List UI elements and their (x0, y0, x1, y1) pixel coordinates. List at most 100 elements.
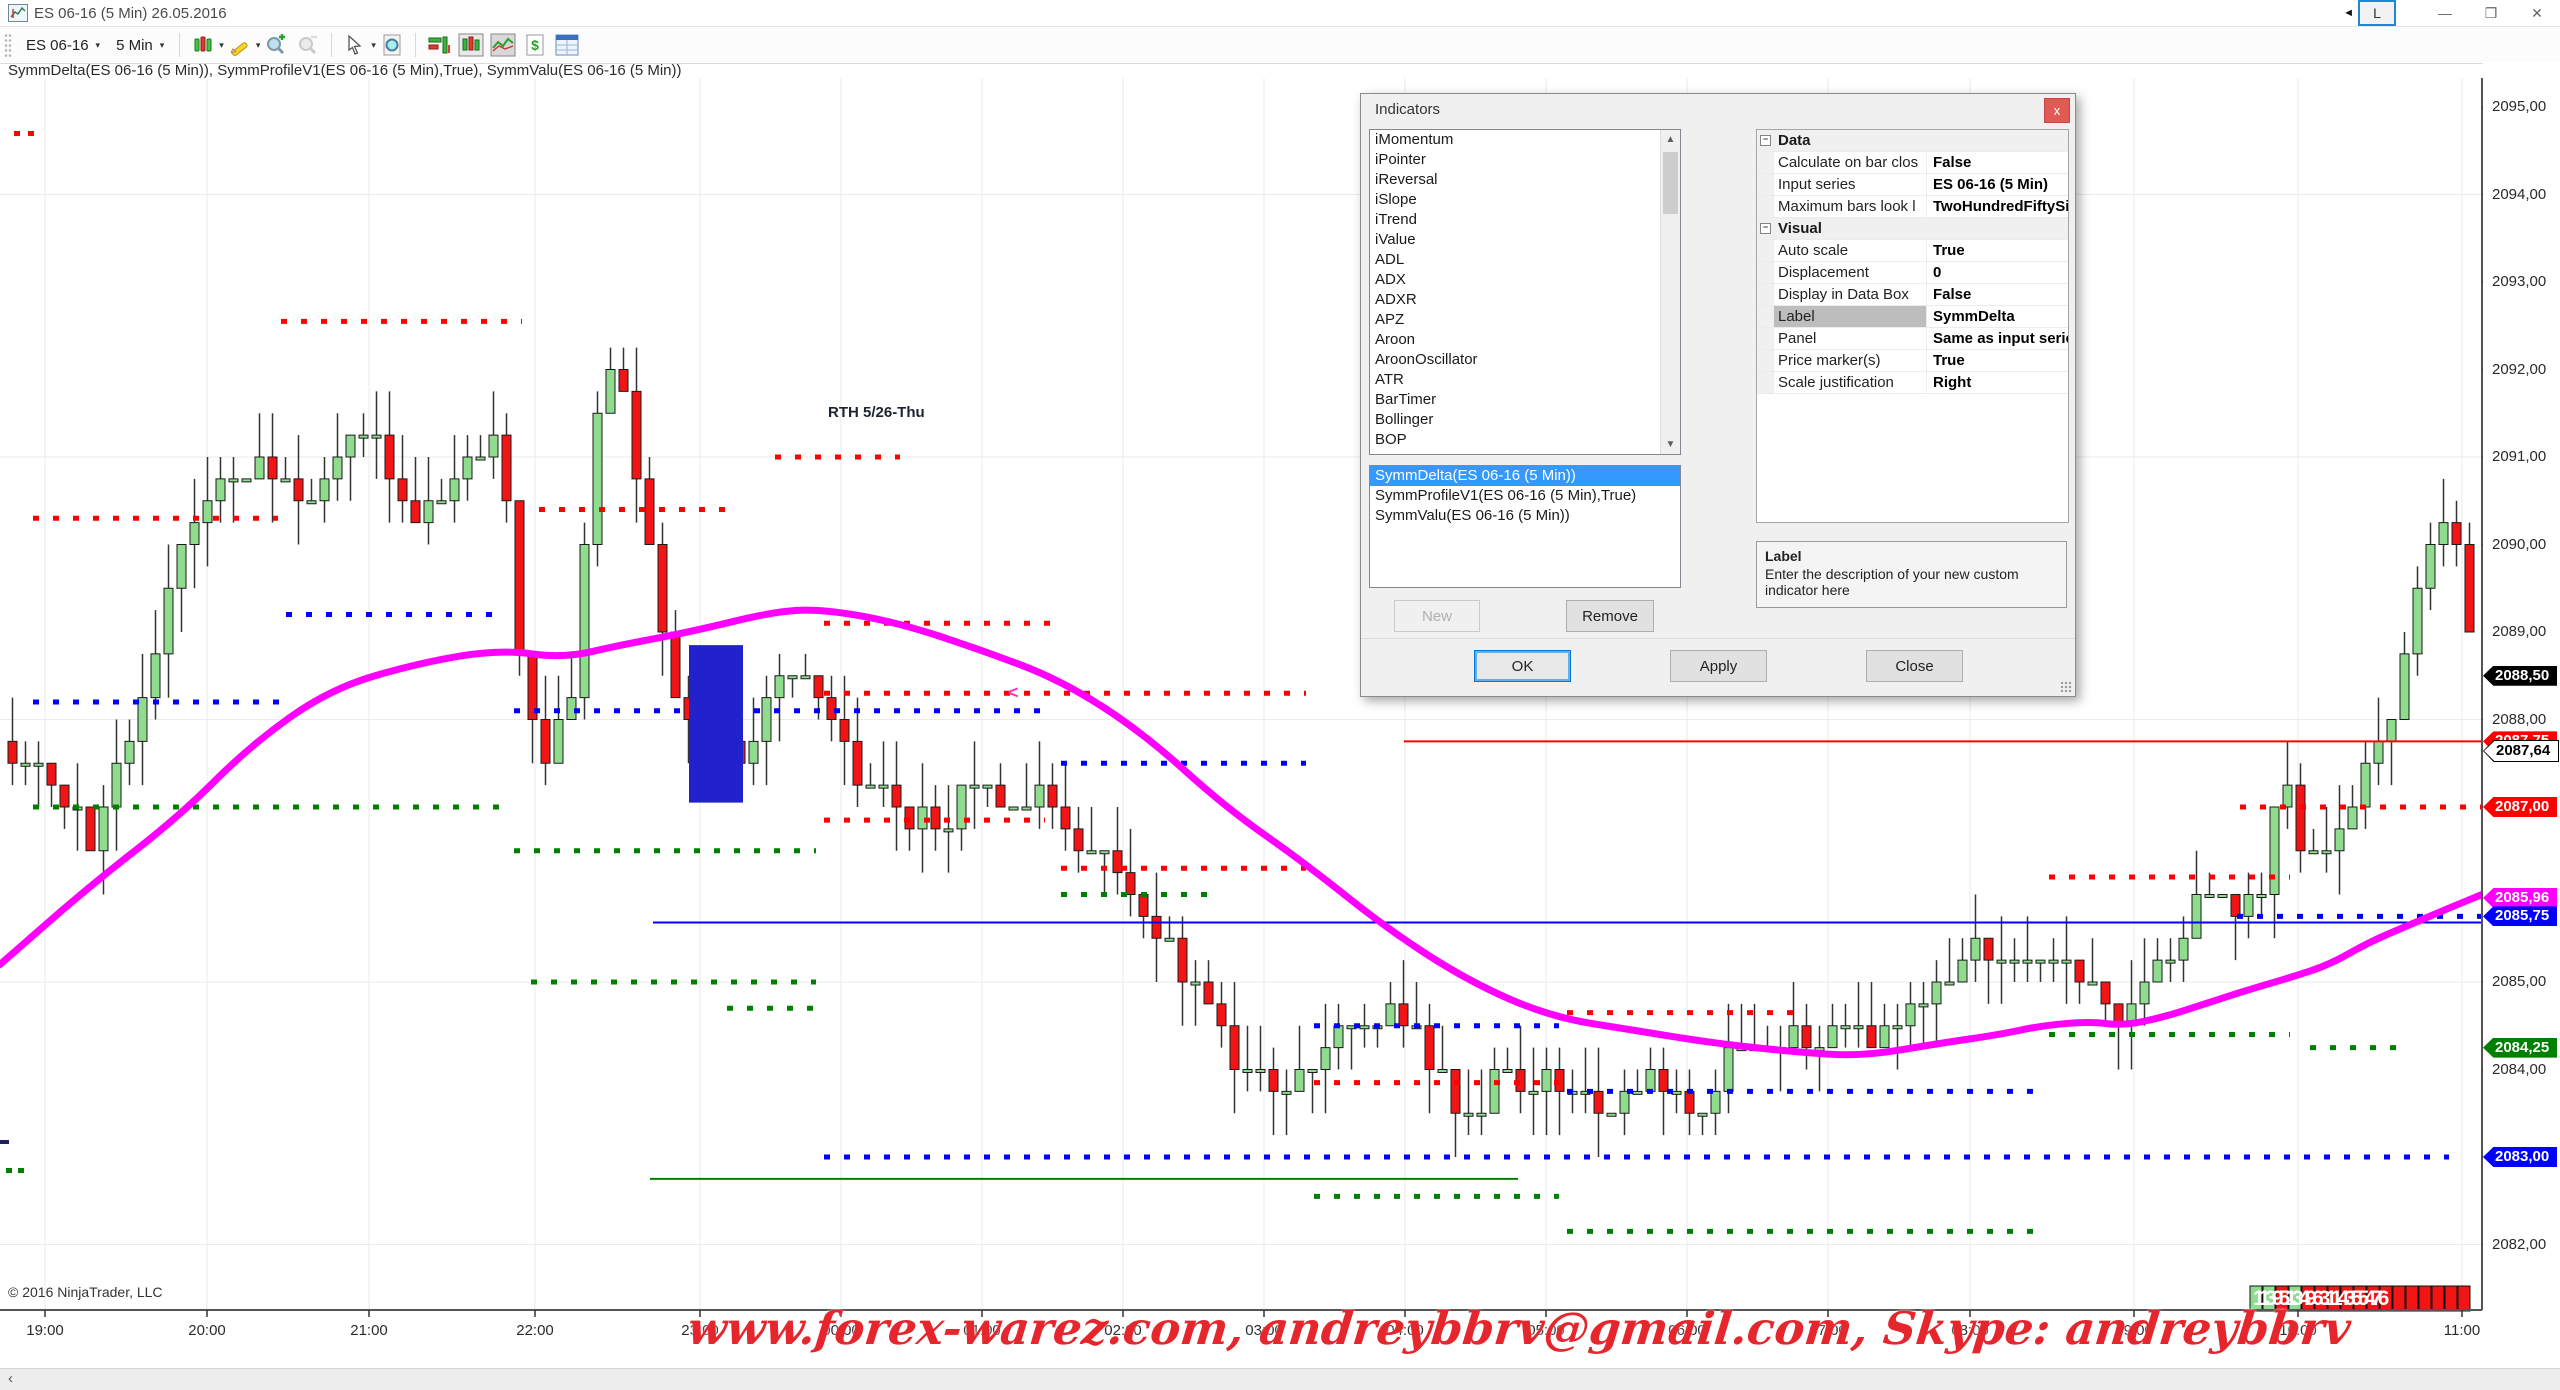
dialog-title-bar[interactable]: Indicators x (1361, 94, 2075, 126)
candles (8, 348, 2474, 1157)
property-row[interactable]: Display in Data BoxFalse (1757, 284, 2068, 306)
property-gutter (1757, 196, 1774, 217)
available-indicator-item[interactable]: Aroon (1370, 330, 1680, 350)
price-tick-label: 2094,00 (2492, 186, 2546, 203)
dialog-close-button[interactable]: x (2044, 98, 2070, 123)
dialog-footer-divider (1361, 638, 2075, 639)
available-indicator-item[interactable]: iPointer (1370, 150, 1680, 170)
property-row[interactable]: Input seriesES 06-16 (5 Min) (1757, 174, 2068, 196)
scroll-up-arrow[interactable]: ▲ (1661, 130, 1680, 149)
property-grid[interactable]: −DataCalculate on bar closFalseInput ser… (1756, 129, 2069, 523)
profile-levels (33, 321, 2482, 1231)
property-value[interactable]: Same as input series (1927, 328, 2068, 349)
available-indicator-item[interactable]: iSlope (1370, 190, 1680, 210)
scroll-down-arrow[interactable]: ▼ (1661, 435, 1680, 454)
list-scrollbar[interactable]: ▲ ▼ (1660, 130, 1680, 454)
time-tick-label: 20:00 (188, 1322, 226, 1339)
available-indicator-item[interactable]: APZ (1370, 310, 1680, 330)
property-gutter (1757, 152, 1774, 173)
property-row[interactable]: Scale justificationRight (1757, 372, 2068, 394)
blue-highlight-box (689, 645, 743, 803)
property-category-row[interactable]: −Visual (1757, 218, 2068, 240)
price-marker-badge: 2085,96 (2483, 888, 2557, 908)
time-tick-label: 19:00 (26, 1322, 64, 1339)
property-gutter (1757, 350, 1774, 371)
chart-plot[interactable]: <11395134963114355476 (0, 0, 2560, 1390)
price-tick-label: 2085,00 (2492, 973, 2546, 990)
property-value[interactable]: True (1927, 350, 2068, 371)
price-marker-badge: 2087,64 (2484, 741, 2558, 761)
price-tick-label: 2090,00 (2492, 536, 2546, 553)
property-value[interactable]: False (1927, 152, 2068, 173)
scroll-left-arrow[interactable]: ‹ (8, 1370, 13, 1387)
price-marker-badge: 2088,50 (2483, 666, 2557, 686)
property-value[interactable]: SymmDelta (1927, 306, 2068, 327)
price-marker-badge: 2084,25 (2483, 1038, 2557, 1058)
price-axis[interactable]: 2095,002094,002093,002092,002091,002090,… (2483, 62, 2560, 1368)
available-indicator-item[interactable]: Bollinger (1370, 410, 1680, 430)
property-gutter (1757, 262, 1774, 283)
ok-button[interactable]: OK (1474, 650, 1571, 682)
property-description-text: Enter the description of your new custom… (1765, 566, 2058, 598)
available-indicator-item[interactable]: iTrend (1370, 210, 1680, 230)
edge-mark (28, 131, 34, 136)
property-row[interactable]: Maximum bars look lTwoHundredFiftySix (1757, 196, 2068, 218)
time-tick-label: 22:00 (516, 1322, 554, 1339)
available-indicator-item[interactable]: ADL (1370, 250, 1680, 270)
edge-mark (6, 1168, 12, 1173)
scroll-thumb[interactable] (1663, 152, 1678, 214)
price-tick-label: 2089,00 (2492, 623, 2546, 640)
available-indicator-item[interactable]: BOP (1370, 430, 1680, 450)
selected-indicator-item[interactable]: SymmValu(ES 06-16 (5 Min)) (1370, 506, 1680, 526)
property-row[interactable]: Price marker(s)True (1757, 350, 2068, 372)
property-label: Displacement (1774, 262, 1927, 283)
property-gutter (1757, 174, 1774, 195)
available-indicator-item[interactable]: ADX (1370, 270, 1680, 290)
pink-marker: < (1008, 682, 1019, 702)
property-row[interactable]: LabelSymmDelta (1757, 306, 2068, 328)
collapse-icon[interactable]: − (1760, 135, 1771, 146)
property-value[interactable]: ES 06-16 (5 Min) (1927, 174, 2068, 195)
selected-indicators-list[interactable]: SymmDelta(ES 06-16 (5 Min))SymmProfileV1… (1369, 465, 1681, 588)
property-value[interactable]: True (1927, 240, 2068, 261)
copyright-text: © 2016 NinjaTrader, LLC (8, 1284, 163, 1300)
edge-mark (14, 131, 20, 136)
available-indicator-item[interactable]: ATR (1370, 370, 1680, 390)
collapse-icon[interactable]: − (1760, 223, 1771, 234)
property-row[interactable]: PanelSame as input series (1757, 328, 2068, 350)
time-tick-label: 21:00 (350, 1322, 388, 1339)
property-label: Input series (1774, 174, 1927, 195)
property-row[interactable]: Calculate on bar closFalse (1757, 152, 2068, 174)
property-row[interactable]: Auto scaleTrue (1757, 240, 2068, 262)
property-value[interactable]: 0 (1927, 262, 2068, 283)
available-indicators-list[interactable]: iMomentumiPointeriReversaliSlopeiTrendiV… (1369, 129, 1681, 455)
available-indicator-item[interactable]: iReversal (1370, 170, 1680, 190)
price-tick-label: 2095,00 (2492, 98, 2546, 115)
session-annotation: RTH 5/26-Thu (828, 404, 925, 421)
available-indicator-item[interactable]: BarTimer (1370, 390, 1680, 410)
property-value[interactable]: TwoHundredFiftySix (1927, 196, 2068, 217)
horizontal-scrollbar[interactable]: ‹ (0, 1368, 2560, 1390)
property-category-row[interactable]: −Data (1757, 130, 2068, 152)
available-indicator-item[interactable]: iValue (1370, 230, 1680, 250)
dialog-resize-grip[interactable] (2060, 681, 2072, 693)
price-marker-badge-outline: 2087,64 (2483, 740, 2559, 762)
property-value[interactable]: False (1927, 284, 2068, 305)
selected-indicator-item[interactable]: SymmDelta(ES 06-16 (5 Min)) (1370, 466, 1680, 486)
available-indicator-item[interactable]: ADXR (1370, 290, 1680, 310)
property-value[interactable]: Right (1927, 372, 2068, 393)
price-tick-label: 2092,00 (2492, 361, 2546, 378)
property-gutter (1757, 240, 1774, 261)
price-tick-label: 2082,00 (2492, 1236, 2546, 1253)
new-button[interactable]: New (1394, 600, 1480, 632)
apply-button[interactable]: Apply (1670, 650, 1767, 682)
indicator-label-row: SymmDelta(ES 06-16 (5 Min)), SymmProfile… (8, 62, 682, 79)
property-row[interactable]: Displacement0 (1757, 262, 2068, 284)
close-dialog-button[interactable]: Close (1866, 650, 1963, 682)
property-label: Maximum bars look l (1774, 196, 1927, 217)
remove-button[interactable]: Remove (1566, 600, 1654, 632)
price-marker-badge: 2083,00 (2483, 1147, 2557, 1167)
available-indicator-item[interactable]: iMomentum (1370, 130, 1680, 150)
selected-indicator-item[interactable]: SymmProfileV1(ES 06-16 (5 Min),True) (1370, 486, 1680, 506)
available-indicator-item[interactable]: AroonOscillator (1370, 350, 1680, 370)
